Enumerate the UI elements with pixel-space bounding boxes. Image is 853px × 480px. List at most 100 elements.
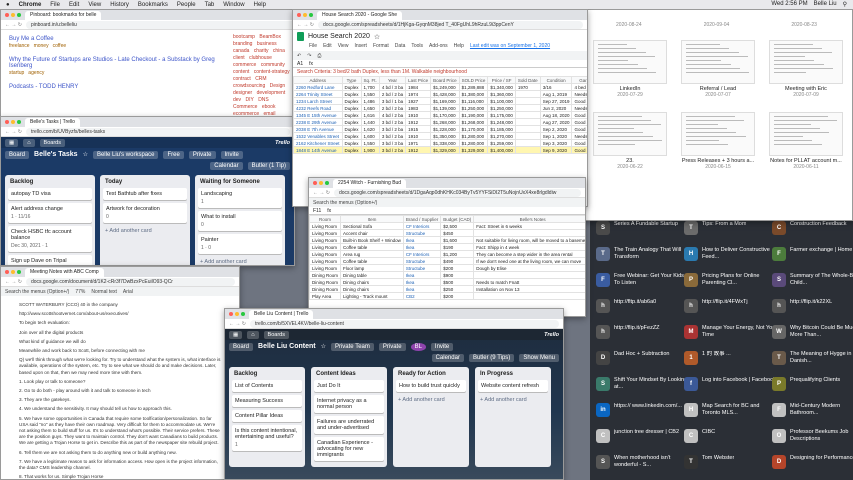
clock[interactable]: Wed 2:56 PM [771, 1, 807, 8]
menu-help[interactable]: Help [454, 43, 464, 51]
shortcut-tile[interactable]: h http://fltp.it/ab6a0 [596, 299, 691, 313]
table-cell[interactable]: $1,350,000 [430, 132, 460, 140]
column-header[interactable]: Item [340, 215, 404, 223]
column-header[interactable]: Brand / Supplier [402, 215, 442, 223]
tag-link[interactable]: canada [233, 48, 249, 54]
table-cell[interactable]: 1,620 [360, 125, 380, 133]
address-bar[interactable]: trello.com/b/5XVEL4KV/belle-liu-content [249, 319, 559, 328]
table-cell[interactable]: 2260 Redford Lane [293, 83, 343, 91]
card[interactable]: Website content refresh [478, 380, 548, 392]
table-cell[interactable]: Living Room [309, 243, 342, 251]
menu-addons[interactable]: Add-ons [429, 43, 448, 51]
table-cell[interactable]: 1971 [405, 139, 432, 147]
menu-window[interactable]: Window [223, 2, 244, 8]
column-header[interactable]: SOLD Price [458, 76, 489, 84]
table-cell[interactable]: Good shape [571, 118, 587, 126]
table-cell[interactable]: Dining table [340, 271, 404, 279]
table-cell[interactable]: Fact: Street in 6 weeks [473, 222, 585, 230]
table-cell[interactable]: $1,228,000 [430, 125, 460, 133]
card[interactable]: Measuring Success [232, 395, 302, 407]
table-cell[interactable]: 1912 [405, 118, 432, 126]
table-cell[interactable]: 1,486 [360, 97, 380, 105]
table-cell[interactable]: Play Area [309, 292, 342, 300]
card[interactable]: What to install 0 [198, 211, 282, 231]
tag-link[interactable]: ebook [262, 104, 276, 110]
table-cell[interactable]: 3 bd / 3 ba [378, 139, 407, 147]
table-cell[interactable]: 1910 [405, 111, 432, 119]
column-header[interactable]: Last Price [405, 76, 432, 84]
table-cell[interactable]: $1,270,000 [487, 132, 516, 140]
table-cell[interactable]: $1,360,000 [487, 90, 516, 98]
table-cell[interactable]: Fact: Shipp in 4 week [473, 243, 585, 251]
shortcut-tile[interactable]: h http://flip.it/pFezZZ [596, 325, 691, 339]
menu-format[interactable]: Format [373, 43, 389, 51]
table-cell[interactable]: CB2 [402, 292, 442, 300]
table-cell[interactable]: $490 [440, 257, 475, 265]
table-cell[interactable]: Not suitable for living room, will be mo… [473, 236, 585, 244]
table-cell[interactable]: 2 bd / 2 ba [378, 90, 407, 98]
table-cell[interactable]: Living Room [309, 236, 342, 244]
table-cell[interactable]: Coffee table [340, 243, 404, 251]
card[interactable]: Alert address change 1 · 11/16 [8, 203, 92, 223]
table-cell[interactable]: $1,338,000 [430, 139, 460, 147]
shortcut-tile[interactable]: C Construction Feedback [772, 221, 853, 235]
menu-edit[interactable]: Edit [323, 43, 332, 51]
table-cell[interactable]: Duplex [341, 90, 362, 98]
table-cell[interactable]: 1983 [405, 104, 432, 112]
table-cell[interactable]: $1,250,000 [487, 104, 516, 112]
card[interactable]: autopay TD visa [8, 188, 92, 200]
add-card-button[interactable]: + Add another card [103, 226, 187, 236]
table-cell[interactable]: CF Interiors [402, 222, 442, 230]
table-cell[interactable]: If we don't need one at the living room,… [473, 257, 585, 265]
doc-paragraph[interactable]: Q) we'll think through what we're lookin… [19, 357, 221, 376]
shortcut-tile[interactable]: T Tips: From a Mom [684, 221, 779, 235]
menu-app-name[interactable]: Chrome [19, 2, 42, 8]
card[interactable]: Painter 1 · 0 [198, 234, 282, 254]
table-cell[interactable]: 4 bd / 3 ba [378, 83, 407, 91]
card[interactable]: Check HSBC tfc account balance Dec 30, 20… [8, 226, 92, 252]
table-cell[interactable]: 1,700 [360, 83, 380, 91]
table-cell[interactable]: Dining chairs [340, 285, 404, 293]
back-icon[interactable]: ← → ↻ [5, 22, 22, 28]
menu-search-input[interactable]: Search the menus (Option+/) [5, 289, 69, 295]
tag-link[interactable]: dev [233, 97, 241, 103]
tag-link[interactable]: branding [233, 41, 252, 47]
menu-people[interactable]: People [177, 2, 196, 8]
note-tile[interactable]: LinkedIn 2020-07-29 [593, 40, 667, 98]
menu-tools[interactable]: Tools [411, 43, 423, 51]
table-cell[interactable] [473, 271, 585, 279]
invite-button[interactable]: Invite [430, 342, 454, 351]
table-cell[interactable]: $1,190,000 [458, 111, 489, 119]
table-cell[interactable]: 1234 Larch Street [293, 97, 343, 105]
tag-link[interactable]: development [257, 90, 286, 96]
card[interactable]: Landscaping 1 [198, 188, 282, 208]
list-title[interactable]: Content Ideas [316, 371, 382, 377]
table-cell[interactable]: Duplex [341, 83, 362, 91]
table-cell[interactable]: Duplex [341, 146, 362, 154]
back-icon[interactable]: ← → ↻ [229, 321, 246, 327]
column-header[interactable]: Price / SF [487, 76, 516, 84]
table-cell[interactable]: Dining Room [309, 285, 342, 293]
table-cell[interactable]: 4 bed [571, 83, 587, 91]
tab-pinboard[interactable]: Pinboard: bookmarks for belle [25, 10, 102, 20]
table-cell[interactable]: $1,329,000 [458, 146, 489, 154]
table-cell[interactable] [514, 125, 541, 133]
note-tile[interactable]: Notes for PLLAT account m... 2020-06-11 [769, 112, 843, 170]
boards-button[interactable]: Boards [39, 138, 65, 147]
table-cell[interactable]: $1,250,000 [458, 104, 489, 112]
calendar-button[interactable]: Calendar [431, 353, 464, 362]
note-tile[interactable]: Meeting with Eric 2020-07-09 [769, 40, 843, 98]
table-cell[interactable]: $1,170,000 [458, 125, 489, 133]
table-cell[interactable]: Floor lamp [340, 264, 404, 272]
private-button[interactable]: Private [188, 150, 216, 159]
table-cell[interactable] [514, 146, 541, 154]
table-cell[interactable]: Dough by Elise [473, 264, 585, 272]
column-header[interactable]: Garage [571, 76, 587, 84]
list-title[interactable]: Backlog [10, 179, 90, 185]
table-cell[interactable]: $1,249,000 [430, 83, 460, 91]
table-cell[interactable]: 1848 E 14th Avenue [293, 146, 343, 154]
shortcut-tile[interactable]: T The Train Analogy That Will Transform [596, 247, 691, 261]
table-cell[interactable]: Aug 1, 2019 [539, 90, 573, 98]
menu-help[interactable]: Help [254, 2, 266, 8]
show-menu-button[interactable]: Show Menu [519, 353, 559, 362]
